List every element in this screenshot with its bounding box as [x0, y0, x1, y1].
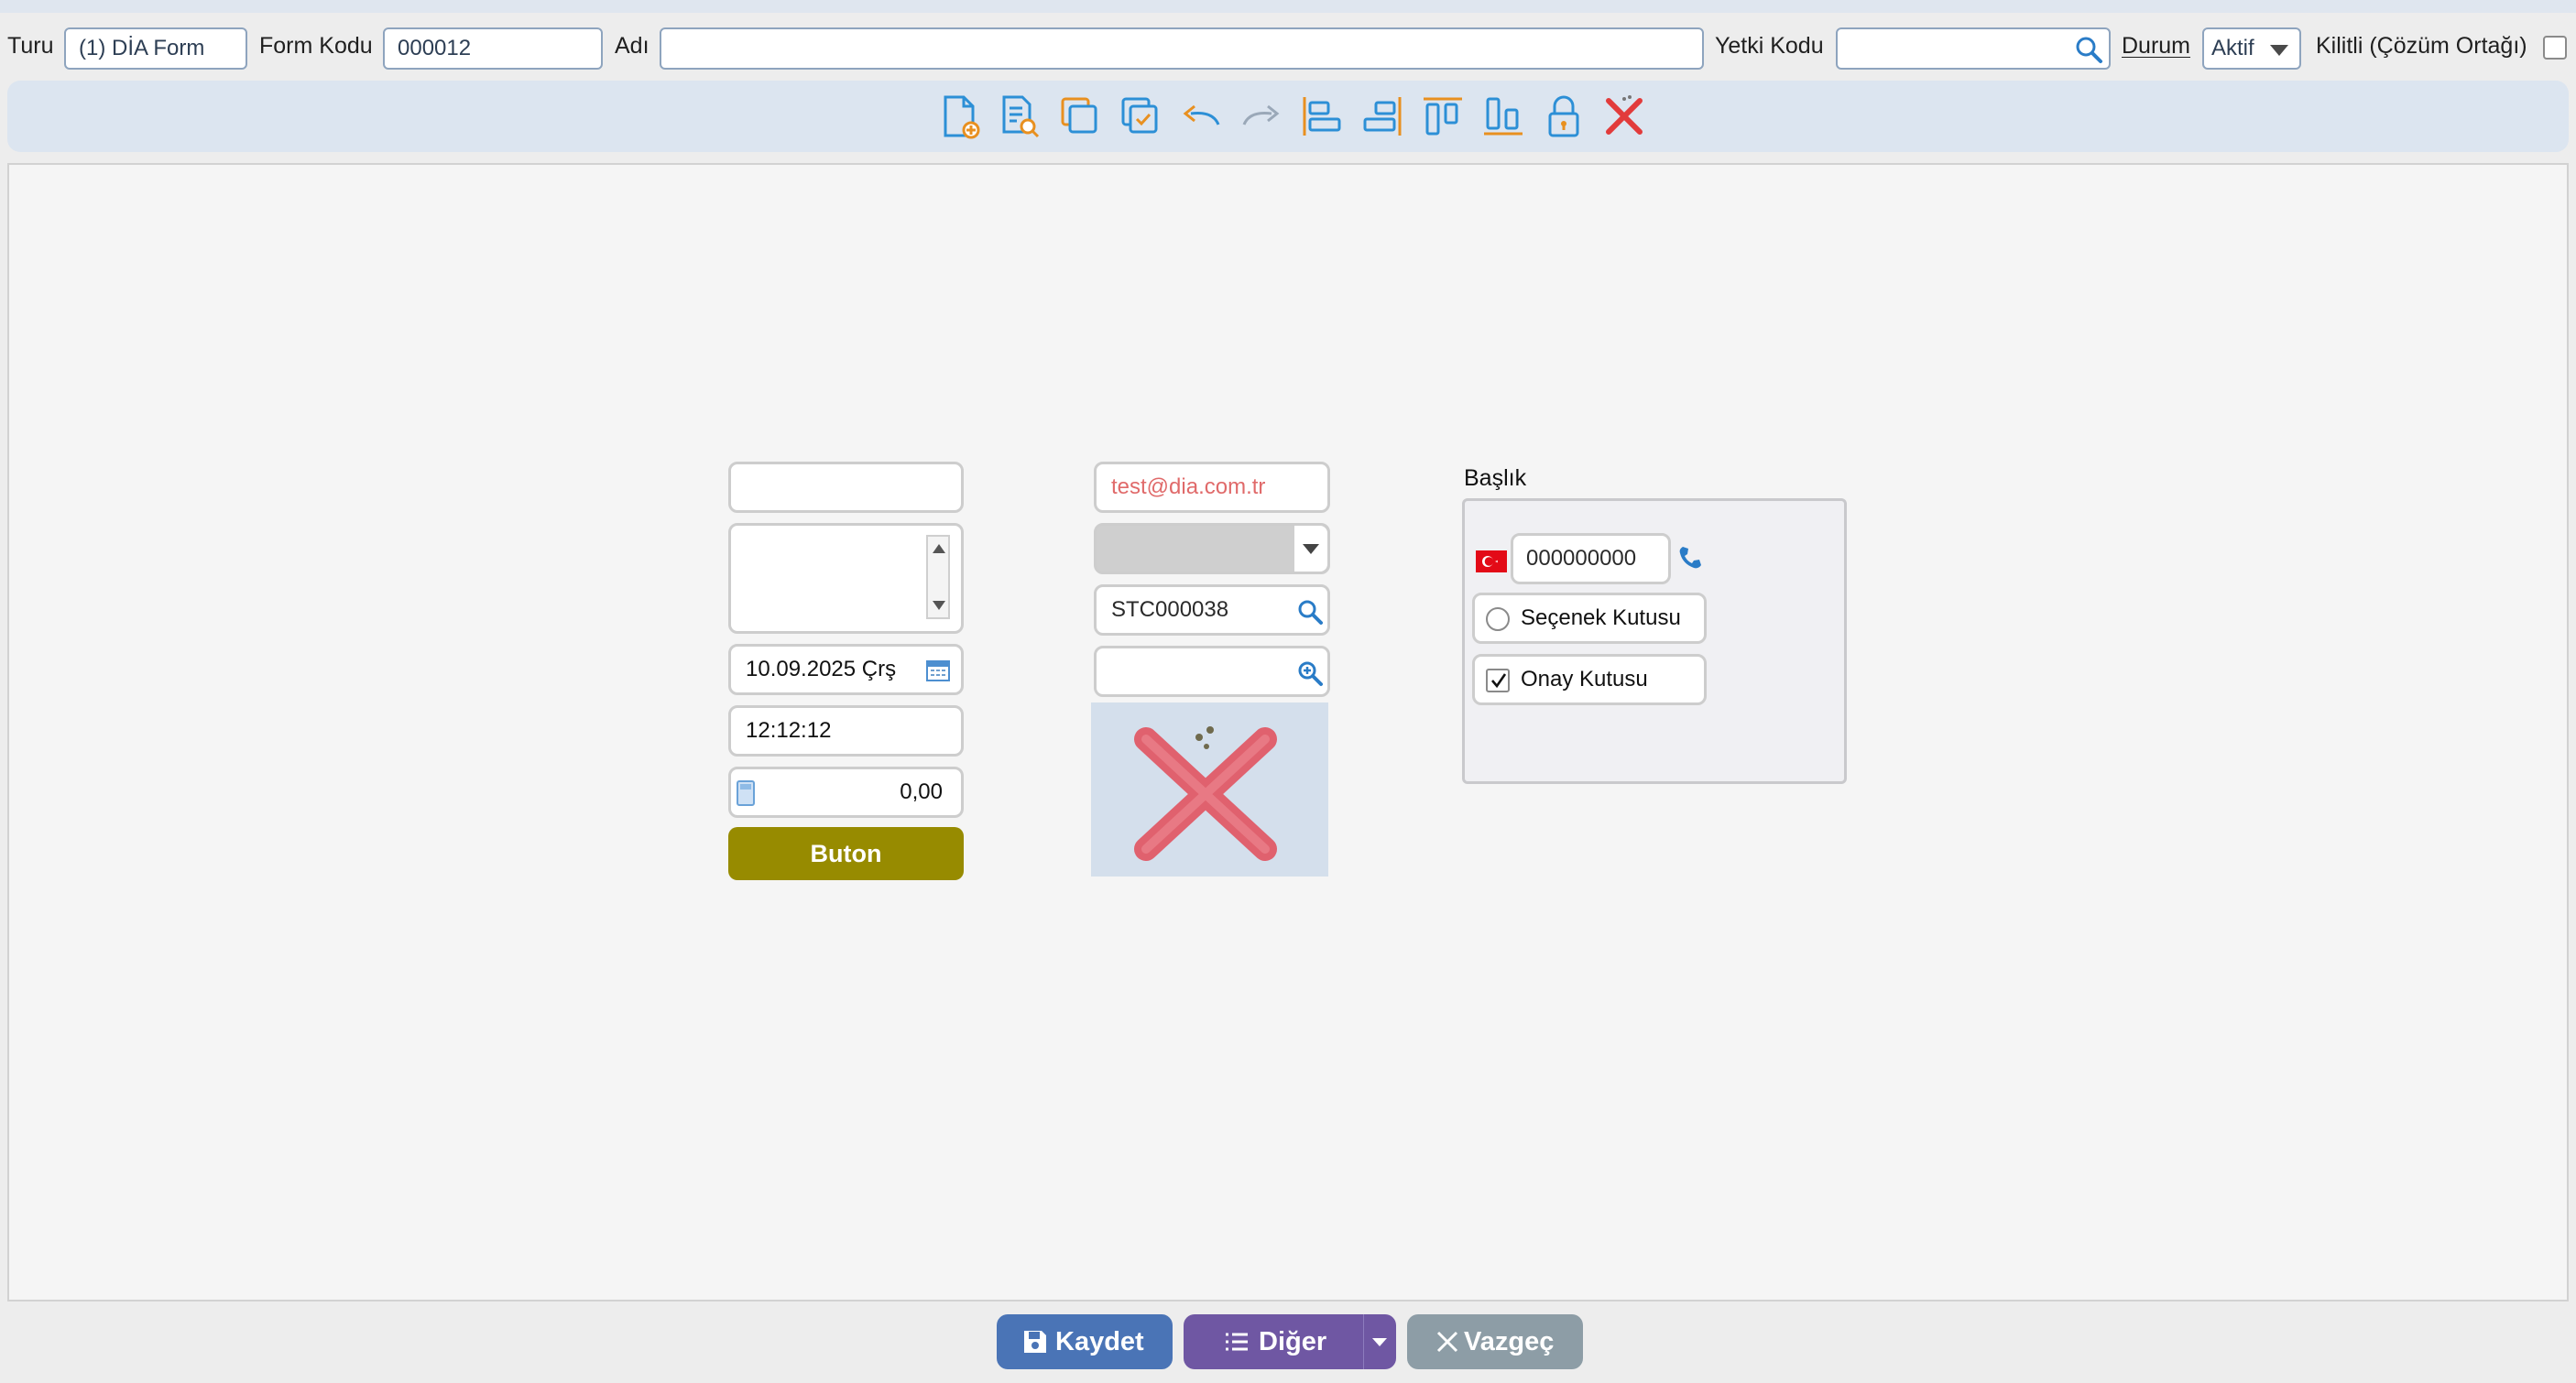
combo-dropdown-button[interactable] [1294, 526, 1327, 572]
phone-icon[interactable] [1675, 543, 1705, 572]
save-label: Kaydet [1055, 1327, 1144, 1356]
form-kodu-field[interactable]: 000012 [383, 27, 603, 70]
align-bottom-icon[interactable] [1479, 92, 1528, 141]
olive-button[interactable]: Buton [728, 827, 964, 880]
chevron-down-icon [2270, 45, 2288, 56]
dropdown-divider [1363, 1314, 1364, 1369]
turu-label: Turu [7, 33, 54, 59]
designer-toolbar [7, 81, 2569, 152]
date-value: 10.09.2025 Çrş [746, 657, 897, 681]
confirm-checkbox[interactable] [1486, 669, 1510, 692]
phone-field[interactable]: 000000000 [1511, 533, 1671, 584]
align-right-icon[interactable] [1358, 92, 1407, 141]
preview-document-icon[interactable] [995, 92, 1044, 141]
radio-field[interactable]: Seçenek Kutusu [1472, 593, 1707, 644]
checkbox-label: Onay Kutusu [1521, 667, 1648, 692]
email-field[interactable]: test@dia.com.tr [1094, 462, 1330, 513]
kilitli-checkbox[interactable] [2543, 36, 2567, 60]
radio-button[interactable] [1486, 607, 1510, 631]
close-icon [1436, 1331, 1458, 1353]
cancel-label: Vazgeç [1464, 1327, 1555, 1356]
memo-scrollbar[interactable] [926, 535, 950, 619]
cancel-button[interactable]: Vazgeç [1407, 1314, 1583, 1369]
adi-field[interactable] [660, 27, 1704, 70]
search-add-icon[interactable] [1296, 659, 1324, 687]
durum-label: Durum [2122, 33, 2191, 59]
time-field[interactable]: 12:12:12 [728, 705, 964, 757]
calendar-icon[interactable] [926, 659, 950, 681]
group-title: Başlık [1464, 465, 1527, 491]
redo-icon[interactable] [1237, 92, 1286, 141]
other-button[interactable]: Diğer [1184, 1314, 1396, 1369]
group-box: 000000000 Seçenek Kutusu Onay Kutusu [1462, 498, 1847, 784]
email-value: test@dia.com.tr [1111, 474, 1266, 499]
yetki-kodu-field[interactable] [1836, 27, 2111, 70]
chevron-down-icon[interactable] [1372, 1338, 1387, 1346]
combo-field[interactable] [1094, 523, 1330, 574]
number-value: 0,00 [900, 779, 943, 804]
turkey-flag-icon [1476, 550, 1507, 572]
form-kodu-label: Form Kodu [259, 33, 373, 59]
kilitli-label: Kilitli (Çözüm Ortağı) [2316, 33, 2527, 59]
lock-icon[interactable] [1539, 92, 1588, 141]
list-icon [1226, 1333, 1248, 1351]
search-icon[interactable] [1296, 598, 1324, 626]
copy-icon[interactable] [1055, 92, 1105, 141]
new-document-icon[interactable] [934, 92, 984, 141]
durum-value: Aktif [2211, 36, 2254, 60]
image-placeholder[interactable] [1091, 702, 1328, 877]
top-strip [0, 0, 2576, 13]
search-icon[interactable] [2074, 35, 2103, 64]
lookup-field[interactable]: STC000038 [1094, 584, 1330, 636]
lookup-value: STC000038 [1111, 597, 1229, 622]
yetki-kodu-label: Yetki Kodu [1715, 33, 1824, 59]
memo-field[interactable] [728, 523, 964, 634]
text-field[interactable] [728, 462, 964, 513]
align-left-icon[interactable] [1297, 92, 1347, 141]
number-field[interactable]: 0,00 [728, 767, 964, 818]
align-top-icon[interactable] [1418, 92, 1468, 141]
delete-icon[interactable] [1599, 92, 1649, 141]
scroll-up-icon[interactable] [933, 544, 945, 553]
calculator-icon[interactable] [737, 780, 755, 806]
turu-field[interactable]: (1) DİA Form [64, 27, 247, 70]
scroll-down-icon[interactable] [933, 601, 945, 610]
broken-image-icon [1134, 726, 1277, 861]
radio-label: Seçenek Kutusu [1521, 605, 1681, 630]
date-field[interactable]: 10.09.2025 Çrş [728, 644, 964, 695]
checkbox-field[interactable]: Onay Kutusu [1472, 654, 1707, 705]
chevron-down-icon [1303, 544, 1319, 554]
phone-value: 000000000 [1526, 546, 1637, 571]
lookup-add-field[interactable] [1094, 646, 1330, 697]
floppy-icon [1024, 1331, 1046, 1353]
save-button[interactable]: Kaydet [997, 1314, 1173, 1369]
adi-label: Adı [615, 33, 649, 59]
undo-icon[interactable] [1176, 92, 1226, 141]
other-label: Diğer [1259, 1327, 1327, 1356]
check-icon [1491, 673, 1507, 689]
durum-select[interactable]: Aktif [2202, 27, 2301, 70]
paste-icon[interactable] [1116, 92, 1165, 141]
time-value: 12:12:12 [746, 718, 832, 743]
